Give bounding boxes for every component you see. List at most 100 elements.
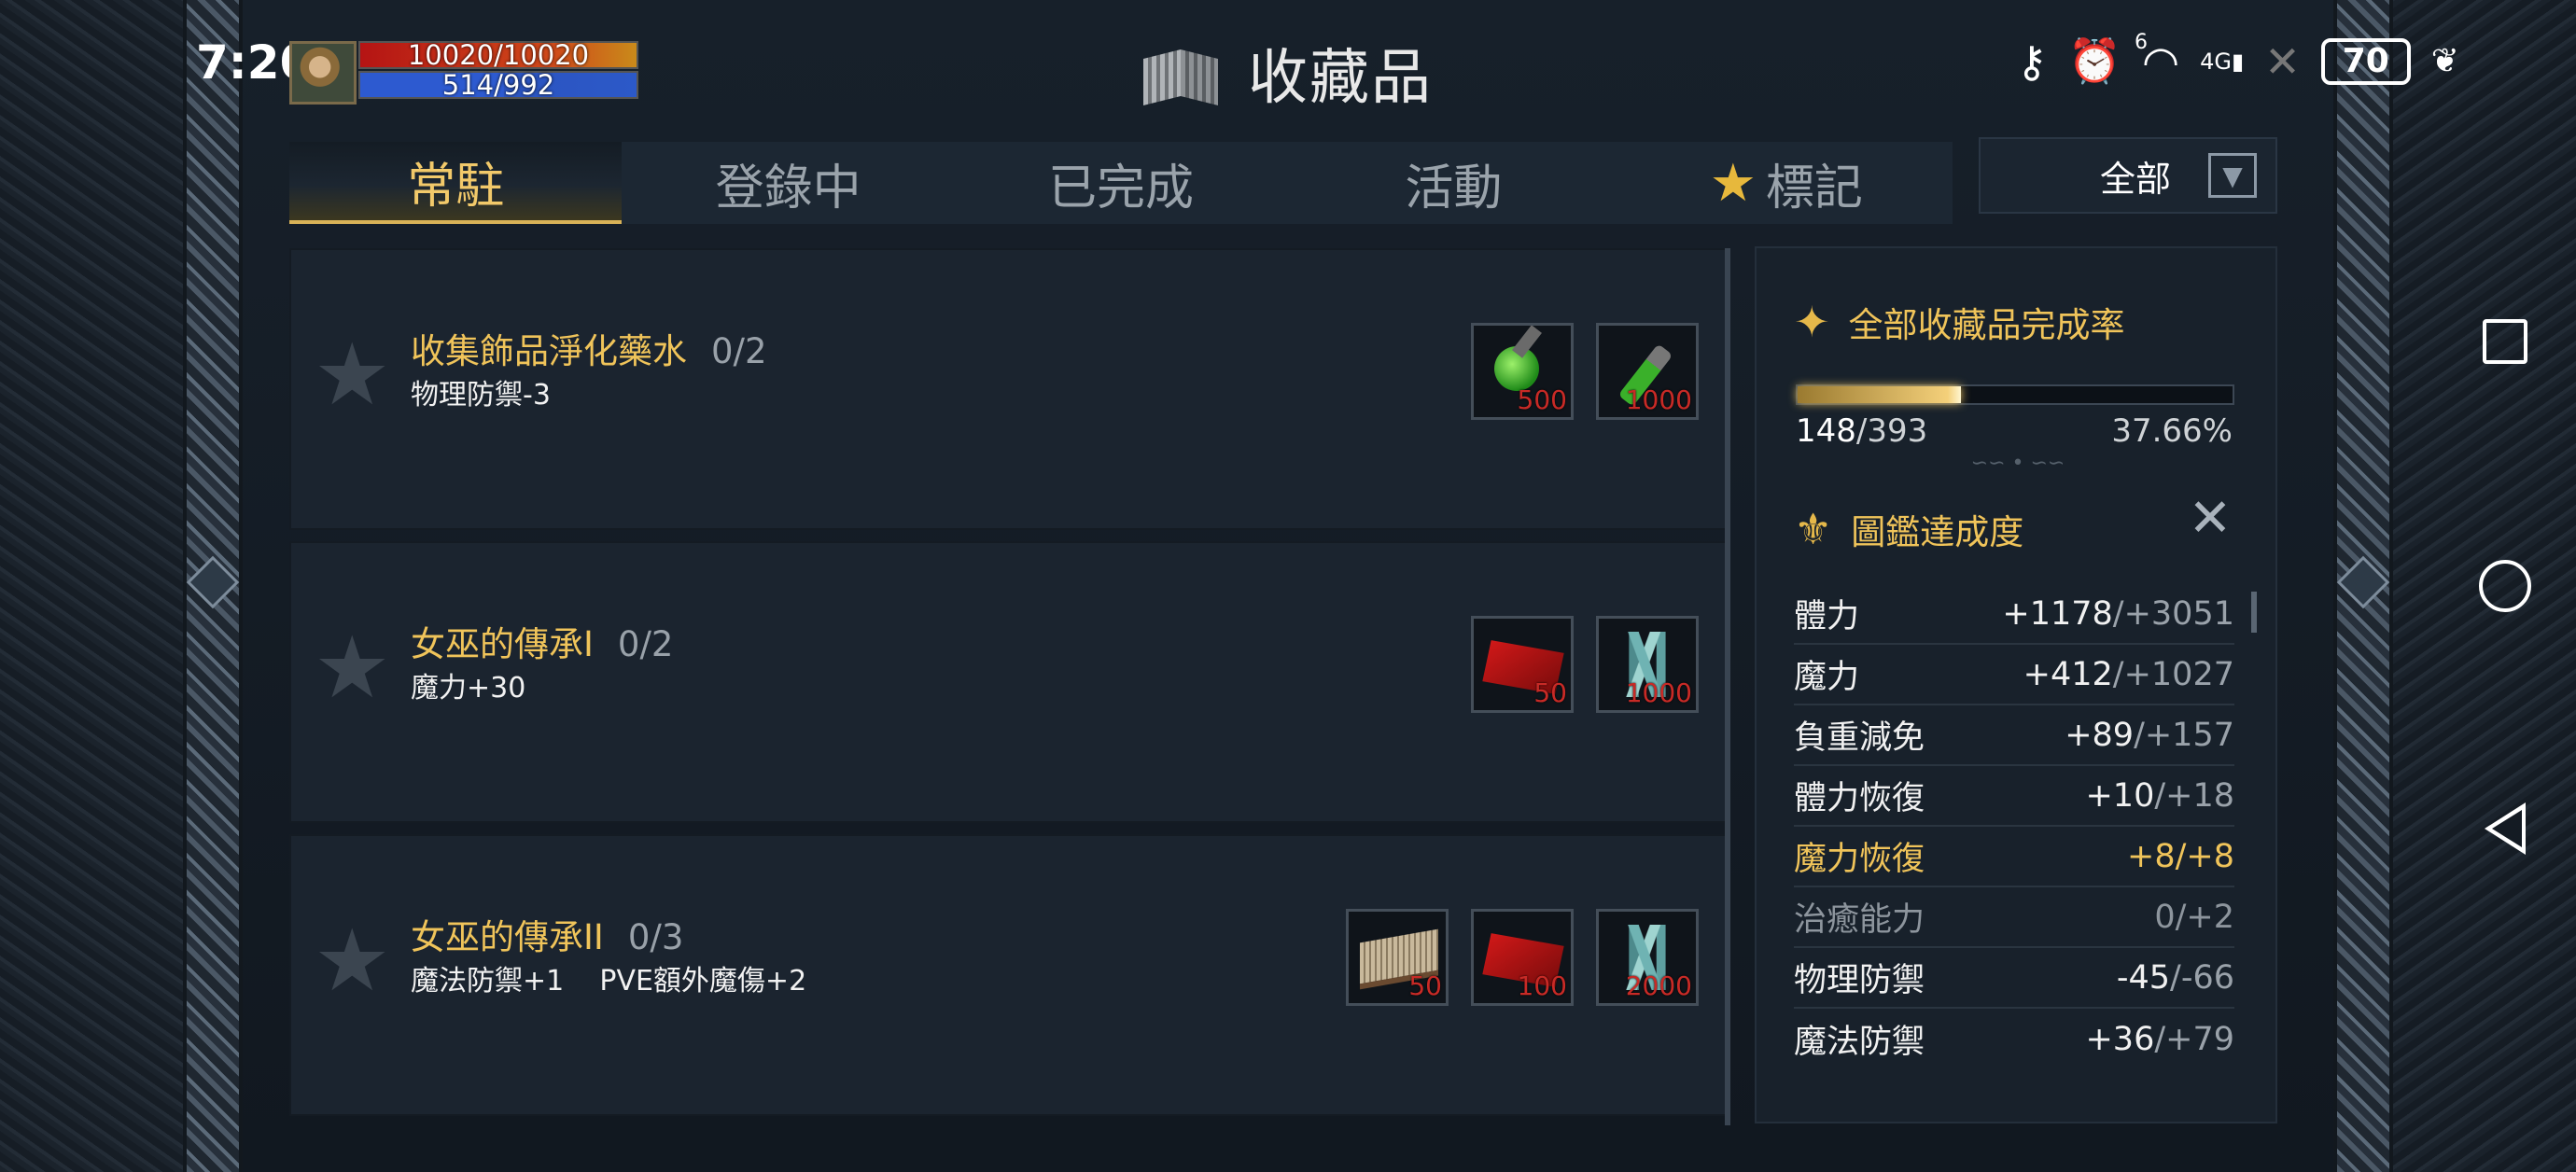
stat-value: 0/+2 [2154, 899, 2234, 936]
material-slot[interactable]: 2000 [1596, 909, 1699, 1006]
completion-done: 148 [1796, 412, 1856, 450]
stat-row: 魔力 +412/+1027 [1794, 645, 2234, 705]
stat-current: +89 [2065, 716, 2135, 754]
collection-book-icon [1143, 45, 1224, 101]
left-stone-wall [0, 0, 187, 1172]
material-slot[interactable]: 1000 [1596, 323, 1699, 420]
recent-apps-button[interactable] [2468, 304, 2542, 379]
tab-registering[interactable]: 登錄中 [622, 142, 954, 224]
back-button[interactable] [2468, 791, 2542, 866]
material-qty: 50 [1533, 677, 1567, 708]
completion-progress-bar [1796, 384, 2234, 405]
completion-progress-fill [1798, 386, 1962, 403]
stat-row: 體力恢復 +10/+18 [1794, 766, 2234, 827]
completion-total: /393 [1855, 412, 1928, 450]
stat-current: -45 [2116, 958, 2171, 997]
completion-count: 148/393 [1796, 412, 1927, 450]
stat-max: /+8 [2175, 837, 2234, 875]
collection-list: ★ 收集飾品淨化藥水 0/2 物理防禦-3 500 1000 ★ 女巫的傳承I 0/… [289, 248, 1727, 1125]
material-slot[interactable]: 500 [1471, 323, 1574, 420]
stat-value: +89/+157 [2065, 717, 2234, 754]
stat-max: /+3051 [2112, 594, 2234, 633]
hp-value: 10020/10020 [407, 39, 590, 71]
codex-title: 圖鑑達成度 [1851, 512, 2024, 552]
material-slot[interactable]: 50 [1471, 616, 1574, 713]
stat-value: +412/+1027 [2023, 656, 2234, 693]
stat-current: +8 [2127, 837, 2176, 875]
stat-current: 0 [2154, 898, 2176, 936]
collection-name: 女巫的傳承I [411, 624, 594, 664]
stat-value: +8/+8 [2127, 838, 2234, 875]
favorite-star-icon[interactable]: ★ [314, 625, 390, 711]
key-icon: ⚷ [2016, 35, 2048, 87]
tab-label: 登錄中 [715, 160, 861, 216]
collection-name: 女巫的傳承II [411, 917, 604, 957]
material-qty: 100 [1517, 970, 1567, 1001]
home-button[interactable] [2468, 549, 2542, 623]
stat-name: 魔法防禦 [1794, 1024, 1925, 1061]
mp-bar: 514/992 [358, 71, 638, 99]
stat-row: 體力 +1178/+3051 [1794, 584, 2234, 645]
battery-icon: 70 [2320, 37, 2411, 85]
system-icons: ⚷ ⏰ ◠ 6 4G▮ ✕ 70 ❦ [2016, 30, 2459, 87]
back-triangle-icon [2485, 802, 2526, 855]
square-icon [2483, 319, 2527, 364]
stat-value: +36/+79 [2085, 1021, 2234, 1058]
wifi-icon: ◠ 6 [2134, 30, 2180, 87]
stat-name: 治癒能力 [1794, 901, 1925, 939]
stats-scrollbar[interactable] [2251, 592, 2257, 633]
material-slot[interactable]: 1000 [1596, 616, 1699, 713]
tab-label: 標記 [1765, 160, 1863, 216]
collection-count: 0/2 [711, 331, 767, 371]
favorite-star-icon[interactable]: ★ [314, 332, 390, 418]
material-slot[interactable]: 50 [1346, 909, 1449, 1006]
codex-stats-list: 體力 +1178/+3051 魔力 +412/+1027 負重減免 +89/+157 … [1794, 584, 2234, 1069]
collection-item[interactable]: ★ 女巫的傳承I 0/2 魔力+30 50 1000 [289, 541, 1727, 823]
collection-effect: 魔力+30 [411, 672, 526, 705]
wifi-badge: 6 [2134, 30, 2148, 54]
collection-item[interactable]: ★ 收集飾品淨化藥水 0/2 物理防禦-3 500 1000 [289, 248, 1727, 530]
list-scrollbar[interactable] [1725, 248, 1730, 1125]
hp-bar: 10020/10020 [358, 41, 638, 69]
tab-event[interactable]: 活動 [1287, 142, 1619, 224]
stat-max: /+2 [2175, 898, 2234, 936]
leaf-icon: ❦ [2430, 42, 2459, 80]
close-icon[interactable]: ✕ [2188, 493, 2233, 545]
stat-current: +36 [2085, 1020, 2155, 1058]
collection-title: 女巫的傳承II 0/3 [411, 909, 683, 959]
stat-row: 負重減免 +89/+157 [1794, 705, 2234, 766]
trophy-sparkle-icon: ✦ [1794, 297, 1830, 347]
material-slot[interactable]: 100 [1471, 909, 1574, 1006]
collection-title: 收集飾品淨化藥水 0/2 [411, 323, 767, 373]
stat-current: +412 [2023, 655, 2113, 693]
collection-effect: 魔法防禦+1 PVE額外魔傷+2 [411, 965, 807, 998]
stat-current: +10 [2085, 776, 2155, 815]
completion-percent: 37.66% [2111, 412, 2233, 450]
tab-resident[interactable]: 常駐 [289, 142, 623, 224]
stat-max: /+18 [2154, 776, 2234, 815]
filter-dropdown[interactable]: 全部 ▼ [1979, 137, 2277, 214]
chevron-down-icon[interactable]: ▼ [2208, 153, 2257, 198]
tab-marked[interactable]: ★ 標記 [1620, 142, 1953, 224]
stat-value: +1178/+3051 [2002, 595, 2234, 633]
collection-item[interactable]: ★ 女巫的傳承II 0/3 魔法防禦+1 PVE額外魔傷+2 50 100 200… [289, 834, 1727, 1116]
fleur-de-lis-icon: ⚜ [1794, 504, 1833, 554]
tab-completed[interactable]: 已完成 [955, 142, 1287, 224]
star-icon: ★ [1709, 152, 1757, 214]
character-avatar[interactable] [289, 41, 357, 105]
stat-max: /+157 [2134, 716, 2234, 754]
material-qty: 50 [1408, 970, 1442, 1001]
collection-count: 0/3 [627, 917, 684, 957]
stat-name: 體力恢復 [1794, 780, 1925, 817]
signal-off-icon: ✕ [2264, 35, 2301, 87]
stat-max: /+79 [2154, 1020, 2234, 1058]
stat-row: 物理防禦 -45/-66 [1794, 948, 2234, 1009]
stat-value: -45/-66 [2117, 959, 2234, 997]
stat-name: 魔力 [1794, 659, 1860, 696]
favorite-star-icon[interactable]: ★ [314, 918, 390, 1004]
stat-max: /-66 [2170, 958, 2234, 997]
collection-name: 收集飾品淨化藥水 [411, 331, 687, 371]
signal-4g-icon: 4G▮ [2200, 48, 2245, 75]
collection-effect: 物理防禦-3 [411, 379, 551, 412]
material-qty: 1000 [1625, 384, 1692, 415]
